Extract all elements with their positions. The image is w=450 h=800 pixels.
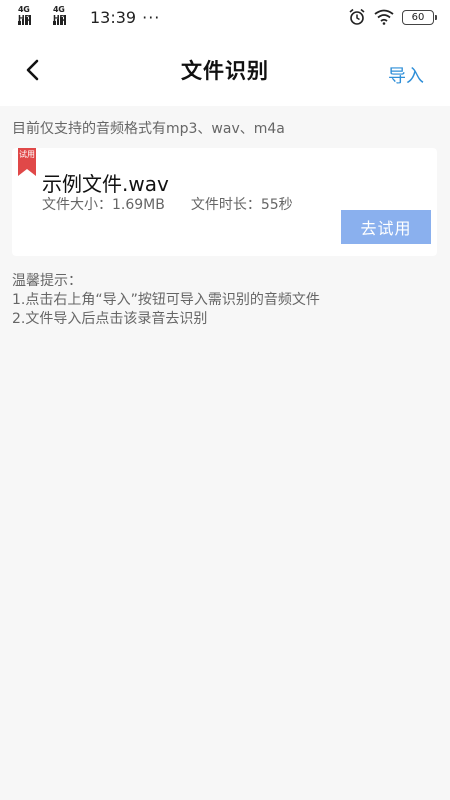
- tips: 温馨提示： 1.点击右上角“导入”按钮可导入需识别的音频文件 2.文件导入后点击…: [12, 272, 320, 329]
- sample-file-card[interactable]: 试用 示例文件.wav 文件大小：1.69MB 文件时长：55秒 去试用: [12, 148, 437, 256]
- file-meta: 文件大小：1.69MB 文件时长：55秒: [42, 194, 293, 214]
- supported-formats-text: 目前仅支持的音频格式有mp3、wav、m4a: [12, 121, 285, 137]
- import-button[interactable]: 导入: [388, 62, 424, 88]
- battery-level: 60: [411, 11, 425, 23]
- signal-icon: 4G HD: [53, 5, 66, 25]
- more-notifications-icon: ···: [142, 7, 161, 27]
- signal-label: 4G HD: [18, 5, 31, 23]
- tips-line-1: 1.点击右上角“导入”按钮可导入需识别的音频文件: [12, 292, 320, 308]
- file-duration: 文件时长：55秒: [190, 197, 293, 213]
- file-name: 示例文件.wav: [42, 172, 169, 196]
- status-right: 60: [348, 8, 437, 26]
- try-button[interactable]: 去试用: [341, 210, 431, 244]
- trial-ribbon-label: 试用: [19, 150, 35, 159]
- battery-icon: 60: [402, 9, 437, 25]
- signal-label: 4G HD: [53, 5, 66, 23]
- alarm-icon: [349, 8, 365, 25]
- status-left: 4G HD 4G HD 13:39 ···: [18, 5, 161, 27]
- back-arrow-icon[interactable]: [22, 58, 46, 82]
- file-size: 文件大小：1.69MB: [42, 197, 165, 213]
- nav-bar: 文件识别 导入: [0, 34, 450, 106]
- signal-icon: 4G HD: [18, 5, 31, 25]
- status-bar: 4G HD 4G HD 13:39 ··· 60: [0, 0, 450, 34]
- tips-line-2: 2.文件导入后点击该录音去识别: [12, 311, 208, 327]
- wifi-icon: [374, 9, 394, 25]
- tips-title: 温馨提示：: [12, 273, 82, 289]
- status-time: 13:39: [90, 7, 137, 27]
- page-title: 文件识别: [181, 59, 269, 83]
